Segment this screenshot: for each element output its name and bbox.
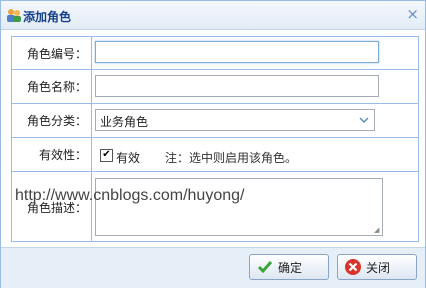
role-category-row: 角色分类： 业务角色 <box>12 104 418 138</box>
checkmark-icon <box>257 261 273 274</box>
resize-grip-icon[interactable]: ◢ <box>374 227 381 234</box>
role-description-label: 角色描述： <box>12 172 92 242</box>
role-form: 角色编号： 角色名称： 角色分类： 业务角色 有效性： ✔ 有效 注：选中则启用… <box>11 36 419 242</box>
close-button-label: 关闭 <box>366 260 391 275</box>
role-category-value: 业务角色 <box>100 115 149 129</box>
validity-row: 有效性： ✔ 有效 注：选中则启用该角色。 <box>12 138 418 172</box>
chevron-down-icon <box>359 117 369 124</box>
role-category-select[interactable]: 业务角色 <box>95 109 375 131</box>
close-button[interactable]: 关闭 <box>337 254 417 280</box>
ok-button-label: 确定 <box>278 260 303 275</box>
role-name-input[interactable] <box>95 75 379 97</box>
dialog-footer: 确定 关闭 <box>1 247 425 288</box>
ok-button[interactable]: 确定 <box>249 254 329 280</box>
validity-note: 注：选中则启用该角色。 <box>165 151 298 165</box>
role-name-label: 角色名称： <box>12 70 92 103</box>
role-code-input[interactable] <box>95 41 379 63</box>
role-category-label: 角色分类： <box>12 104 92 137</box>
validity-checkbox-label: 有效 <box>116 151 141 165</box>
validity-label: 有效性： <box>12 138 92 171</box>
validity-checkbox[interactable]: ✔ <box>100 149 113 162</box>
role-code-row: 角色编号： <box>12 37 418 70</box>
watermark-text: http://www.cnblogs.com/huyong/ <box>15 187 245 204</box>
close-icon[interactable]: × <box>406 6 419 22</box>
cancel-icon <box>345 259 361 275</box>
dialog-title: 添加角色 <box>23 10 72 24</box>
dialog-titlebar: 添加角色 × <box>1 1 425 30</box>
role-description-row: 角色描述： ◢ <box>12 172 418 242</box>
role-name-row: 角色名称： <box>12 70 418 104</box>
add-role-dialog: 添加角色 × 角色编号： 角色名称： 角色分类： 业务角色 有效性： ✔ 有效 … <box>0 0 426 288</box>
users-icon <box>7 9 21 22</box>
role-code-label: 角色编号： <box>12 37 92 69</box>
